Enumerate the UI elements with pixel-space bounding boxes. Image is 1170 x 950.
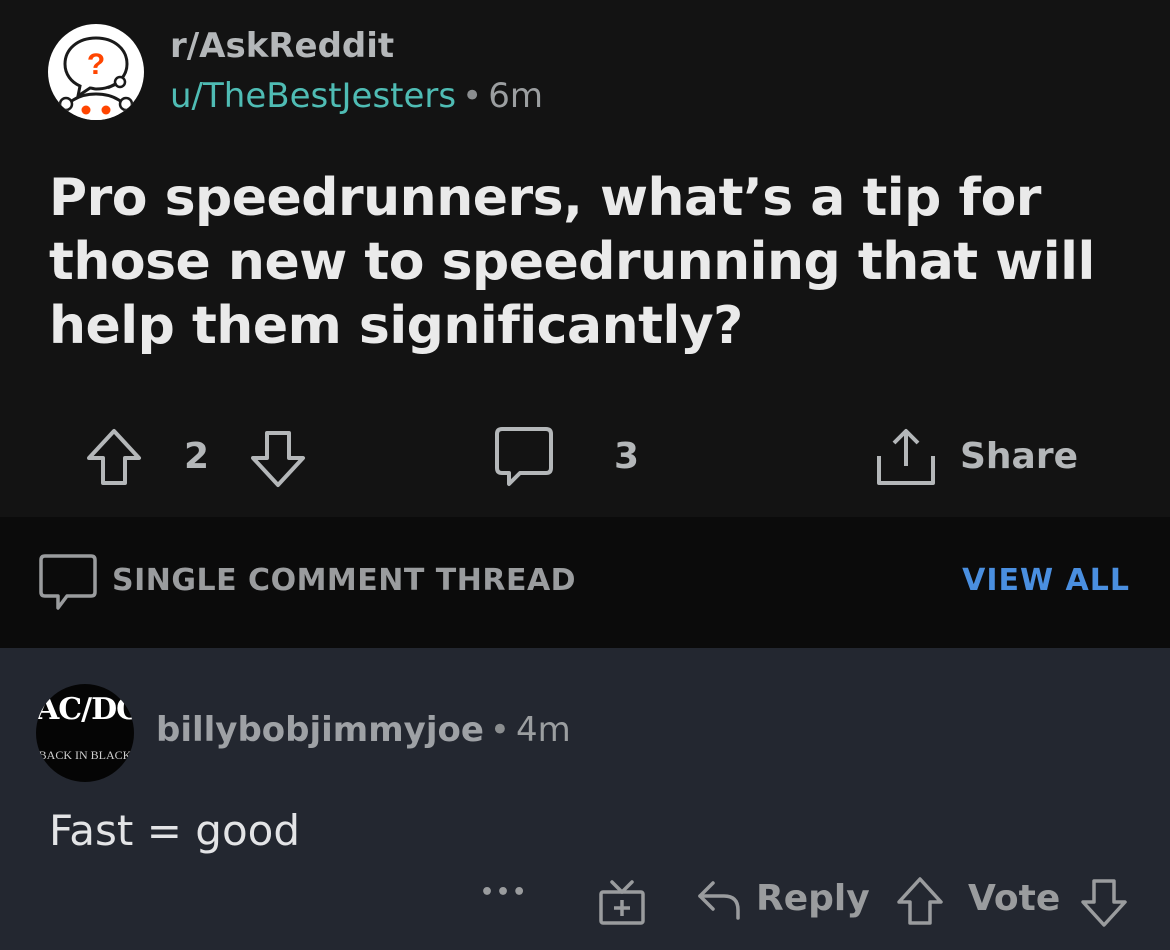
share-icon[interactable] (876, 428, 936, 488)
comment-count[interactable]: 3 (614, 436, 639, 477)
more-options-button[interactable]: ••• (480, 880, 528, 905)
reddit-question-snoo-icon: ? (58, 36, 134, 120)
post-action-bar: 2 3 Share (0, 420, 1170, 500)
post-meta: u/TheBestJesters • 6m (170, 76, 543, 116)
comment-icon[interactable] (494, 426, 554, 488)
post-author[interactable]: u/TheBestJesters (170, 76, 456, 116)
post-title[interactable]: Pro speedrunners, what’s a tip for those… (49, 166, 1129, 358)
post-score: 2 (184, 436, 210, 477)
avatar-logo-text: AC/DC (36, 692, 134, 727)
comment-upvote-icon[interactable] (896, 876, 944, 926)
comment-action-bar: ••• Reply Vote (0, 868, 1170, 938)
meta-separator: • (462, 76, 483, 116)
share-button[interactable]: Share (960, 436, 1078, 477)
comment-author[interactable]: billybobjimmyjoe (156, 710, 484, 750)
comment-downvote-icon[interactable] (1080, 878, 1128, 928)
post-age: 6m (488, 76, 543, 116)
post-card: ? r/AskReddit u/TheBestJesters • 6m Pro sp… (0, 0, 1170, 517)
subreddit-name[interactable]: r/AskReddit (170, 26, 394, 66)
reply-arrow-icon[interactable] (696, 878, 742, 922)
downvote-icon[interactable] (250, 430, 306, 488)
upvote-icon[interactable] (86, 428, 142, 486)
comment-age: 4m (515, 710, 571, 750)
subreddit-avatar[interactable]: ? (48, 24, 144, 120)
comment-meta: billybobjimmyjoe • 4m (156, 710, 571, 750)
thread-label: SINGLE COMMENT THREAD (112, 563, 577, 598)
avatar-sub-text: BACK IN BLACK (38, 748, 132, 762)
svg-text:?: ? (87, 48, 105, 81)
vote-label: Vote (968, 878, 1061, 919)
comment-body: Fast = good (49, 806, 300, 855)
meta-separator: • (489, 710, 510, 750)
single-comment-thread-bar: SINGLE COMMENT THREAD VIEW ALL (0, 517, 1170, 648)
view-all-link[interactable]: VIEW ALL (962, 563, 1130, 598)
reply-button[interactable]: Reply (756, 878, 870, 919)
comment-thread-icon (39, 554, 97, 610)
comment: AC/DC BACK IN BLACK billybobjimmyjoe • 4m … (0, 648, 1170, 950)
comment-avatar[interactable]: AC/DC BACK IN BLACK (36, 684, 134, 782)
award-gift-icon[interactable] (598, 878, 646, 926)
